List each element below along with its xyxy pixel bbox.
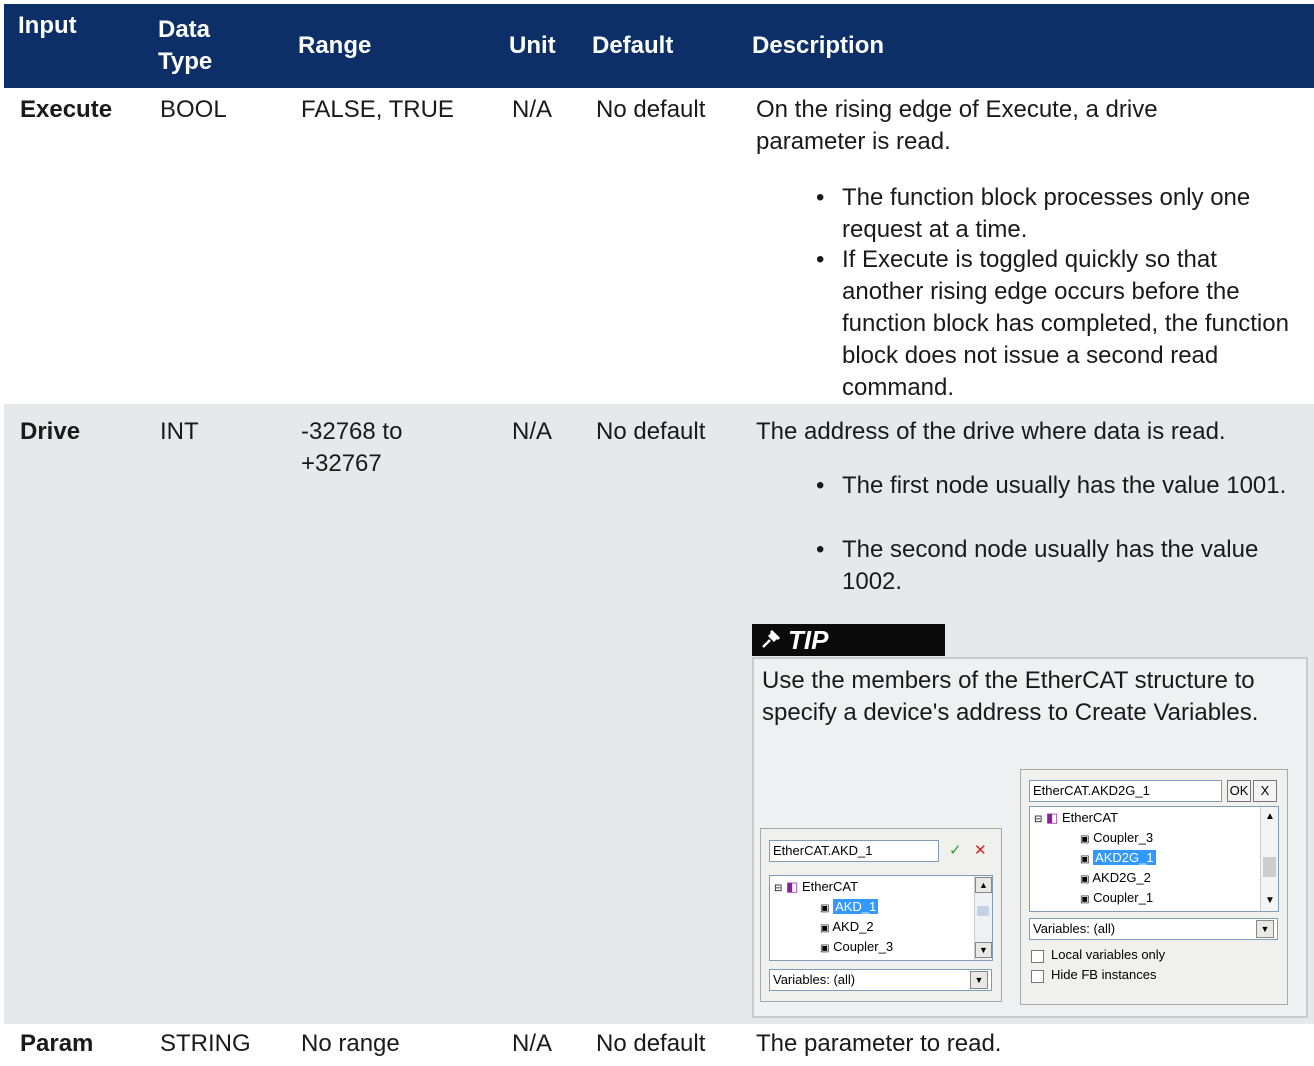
tree-scrollbar[interactable]: ▲ ▼ <box>1260 807 1278 911</box>
variable-icon: ▣ <box>1080 854 1090 865</box>
header-default: Default <box>592 32 674 59</box>
variable-icon: ▣ <box>1080 834 1090 845</box>
data-type: BOOL <box>160 96 227 123</box>
table-row: Param STRING No range N/A No default The… <box>4 1024 1314 1066</box>
default: No default <box>596 1030 706 1057</box>
close-button[interactable]: X <box>1253 780 1277 802</box>
tree-node[interactable]: ▣ AKD2G_2 <box>1080 869 1151 889</box>
variable-tree: ⊟ ◧ EtherCAT ▣ AKD_1 ▣ AKD_2 ▣ Coupler_3… <box>769 875 993 961</box>
header-data-type: Data Type <box>158 16 213 75</box>
tree-node[interactable]: ▣ Coupler_3 <box>1080 829 1153 849</box>
tree-node[interactable]: ▣ AKD_2 <box>820 918 874 938</box>
table-header: Input Data Type Range Unit Default Descr… <box>4 4 1314 88</box>
description-bullet: The function block processes only one re… <box>816 182 1302 246</box>
variable-selector-left: EtherCAT.AKD_1 ✓ ✕ ⊟ ◧ EtherCAT ▣ AKD_1 … <box>760 828 1002 1002</box>
header-range: Range <box>298 32 372 59</box>
scroll-down-icon[interactable]: ▼ <box>975 942 992 958</box>
header-description: Description <box>752 32 885 59</box>
checkbox-label: Local variables only <box>1051 947 1166 962</box>
variable-selector-right: EtherCAT.AKD2G_1 OK X ⊟ ◧ EtherCAT ▣ Cou… <box>1020 769 1288 1005</box>
variable-field[interactable]: EtherCAT.AKD_1 <box>769 840 939 862</box>
checkbox-label: Hide FB instances <box>1051 967 1157 982</box>
input-name: Param <box>20 1030 94 1057</box>
variable-tree: ⊟ ◧ EtherCAT ▣ Coupler_3 ▣ AKD2G_1 ▣ AKD… <box>1029 806 1279 912</box>
hide-fb-checkbox[interactable] <box>1031 970 1044 983</box>
pushpin-icon <box>762 629 781 648</box>
description-bullet: If Execute is toggled quickly so that an… <box>816 244 1302 404</box>
description: The address of the drive where data is r… <box>756 418 1226 445</box>
variable-icon: ▣ <box>1080 894 1090 905</box>
tip-header: TIP <box>752 624 945 656</box>
default: No default <box>596 96 706 123</box>
device-icon: ◧ <box>786 879 799 894</box>
tip-box: Use the members of the EtherCAT structur… <box>752 657 1308 1018</box>
variable-icon: ▣ <box>1080 874 1090 885</box>
unit: N/A <box>512 1030 553 1057</box>
local-variables-checkbox[interactable] <box>1031 950 1044 963</box>
variable-icon: ▣ <box>820 903 830 914</box>
unit: N/A <box>512 96 553 123</box>
ok-button[interactable]: OK <box>1227 780 1251 802</box>
description: The parameter to read. <box>756 1030 1002 1057</box>
chevron-down-icon[interactable]: ▼ <box>970 971 988 989</box>
tree-node[interactable]: ▣ AKD2G_1 <box>1080 849 1156 869</box>
tree-scrollbar[interactable]: ▲ ▼ <box>974 876 992 960</box>
tree-node[interactable]: ▣ AKD_1 <box>820 898 879 918</box>
device-icon: ◧ <box>1046 810 1059 825</box>
variable-field[interactable]: EtherCAT.AKD2G_1 <box>1029 780 1222 802</box>
data-type: STRING <box>160 1030 251 1057</box>
default: No default <box>596 418 706 445</box>
table-row: Execute BOOL FALSE, TRUE N/A No default … <box>4 88 1314 404</box>
range: FALSE, TRUE <box>301 96 454 123</box>
tree-node[interactable]: ▣ Coupler_3 <box>820 938 893 958</box>
input-name: Drive <box>20 418 81 445</box>
input-name: Execute <box>20 96 113 123</box>
description: On the rising edge of Execute, a drive p… <box>756 96 1158 155</box>
header-input: Input <box>18 12 77 39</box>
tree-node[interactable]: ⊟ ◧ EtherCAT <box>774 878 858 898</box>
variables-combo[interactable]: Variables: (all) ▼ <box>769 969 992 991</box>
cancel-x-icon[interactable]: ✕ <box>974 843 987 859</box>
scroll-thumb[interactable] <box>977 906 989 916</box>
tree-node[interactable]: ⊟ ◧ EtherCAT <box>1034 809 1118 829</box>
tree-node[interactable]: ▣ Coupler_1 <box>1080 889 1153 909</box>
variable-icon: ▣ <box>820 943 830 954</box>
unit: N/A <box>512 418 553 445</box>
scroll-down-icon[interactable]: ▼ <box>1265 893 1275 909</box>
chevron-down-icon[interactable]: ▼ <box>1256 920 1274 938</box>
collapse-icon: ⊟ <box>1034 814 1043 825</box>
collapse-icon: ⊟ <box>774 883 783 894</box>
scroll-thumb[interactable] <box>1263 857 1276 877</box>
tip-text: Use the members of the EtherCAT structur… <box>762 667 1259 726</box>
header-unit: Unit <box>509 32 556 59</box>
confirm-check-icon[interactable]: ✓ <box>949 843 962 859</box>
scroll-up-icon[interactable]: ▲ <box>975 877 992 893</box>
description-bullet: The second node usually has the value 10… <box>816 534 1302 598</box>
description-bullet: The first node usually has the value 100… <box>816 470 1302 502</box>
data-type: INT <box>160 418 199 445</box>
variables-combo[interactable]: Variables: (all) ▼ <box>1029 918 1278 940</box>
variable-icon: ▣ <box>820 923 830 934</box>
range: No range <box>301 1030 400 1057</box>
tip-label: TIP <box>788 625 829 655</box>
scroll-up-icon[interactable]: ▲ <box>1265 809 1275 825</box>
range: -32768 to +32767 <box>301 418 403 477</box>
